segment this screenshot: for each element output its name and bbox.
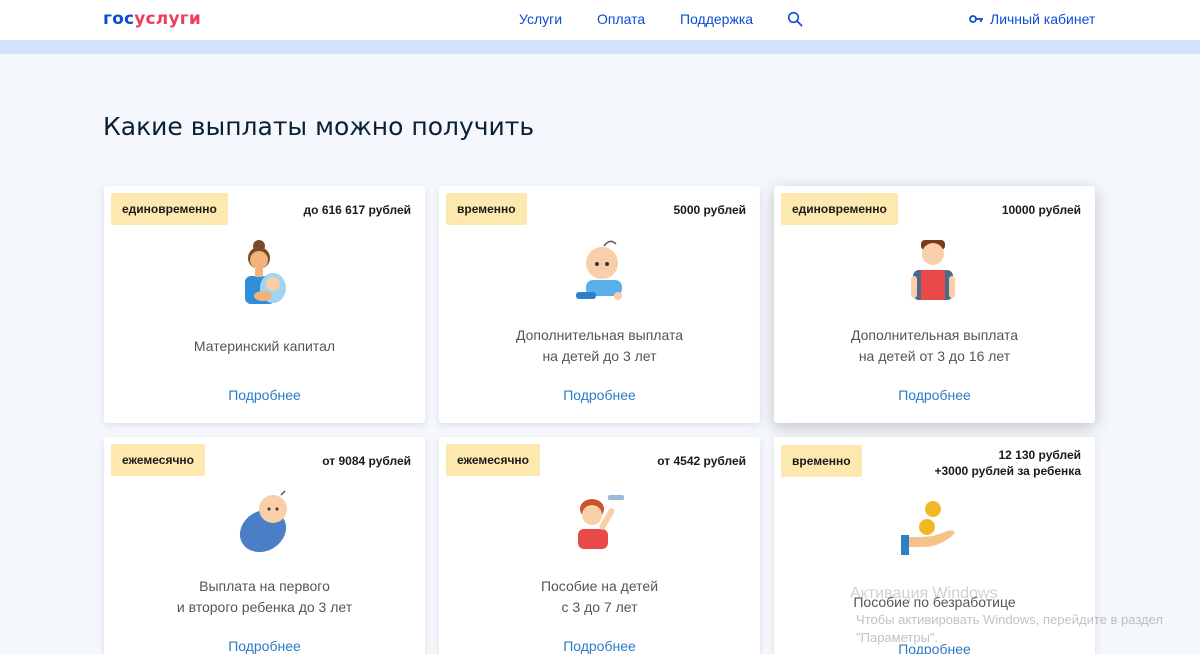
card-extra-payment-under-3[interactable]: временно 5000 рублей Дополнительная выпл… [439, 186, 760, 423]
amount-label: 5000 рублей [673, 203, 746, 217]
period-badge: временно [781, 445, 862, 477]
amount-label: до 616 617 рублей [303, 203, 411, 217]
gosuslugi-logo[interactable]: госуслуги [103, 9, 201, 29]
site-header: госуслуги Услуги Оплата Поддержка Личный… [0, 0, 1200, 40]
period-badge: ежемесячно [111, 444, 205, 476]
amount-line2: +3000 рублей за ребенка [934, 464, 1081, 478]
personal-cabinet-label: Личный кабинет [990, 11, 1096, 27]
card-extra-payment-3-to-16[interactable]: единовременно 10000 рублей Дополнительна… [774, 186, 1095, 423]
card-title-line2: на детей от 3 до 16 лет [858, 348, 1011, 364]
amount-label: от 4542 рублей [657, 454, 746, 468]
header-strip [0, 40, 1200, 54]
amount-label: 12 130 рублей +3000 рублей за ребенка [934, 447, 1081, 479]
amount-label: 10000 рублей [1001, 203, 1081, 217]
card-unemployment-benefit[interactable]: временно 12 130 рублей +3000 рублей за р… [774, 437, 1095, 654]
card-title: Выплата на первого [199, 578, 330, 594]
period-badge: единовременно [781, 193, 898, 225]
page-title: Какие выплаты можно получить [103, 112, 535, 141]
nav-support-link[interactable]: Поддержка [680, 11, 753, 27]
more-link[interactable]: Подробнее [439, 638, 760, 654]
amount-label: от 9084 рублей [322, 454, 411, 468]
card-title: Пособие по безработице [853, 594, 1016, 610]
card-title-line2: с 3 до 7 лет [561, 599, 638, 615]
hand-with-coins-icon [899, 495, 969, 567]
more-link[interactable]: Подробнее [439, 387, 760, 403]
schoolboy-icon [899, 236, 969, 308]
period-badge: ежемесячно [446, 444, 540, 476]
card-title-line2: на детей до 3 лет [542, 348, 657, 364]
card-title: Материнский капитал [193, 338, 336, 354]
card-title: Дополнительная выплата [850, 327, 1018, 343]
swaddled-baby-icon [229, 487, 299, 559]
card-title-line2: и второго ребенка до 3 лет [176, 599, 353, 615]
more-link[interactable]: Подробнее [104, 387, 425, 403]
more-link[interactable]: Подробнее [104, 638, 425, 654]
card-title: Пособие на детей [540, 578, 659, 594]
nav-payment-link[interactable]: Оплата [597, 11, 645, 27]
period-badge: единовременно [111, 193, 228, 225]
amount-line1: 12 130 рублей [998, 448, 1081, 462]
key-icon [969, 15, 983, 23]
child-with-toy-plane-icon [564, 487, 634, 559]
card-payment-first-second-child[interactable]: ежемесячно от 9084 рублей Выплата на пер… [104, 437, 425, 654]
personal-cabinet-link[interactable]: Личный кабинет [969, 11, 1095, 27]
crawling-baby-icon [564, 236, 634, 308]
mother-with-baby-icon [229, 236, 299, 308]
card-maternity-capital[interactable]: единовременно до 616 617 рублей Материнс… [104, 186, 425, 423]
card-title: Дополнительная выплата [515, 327, 683, 343]
period-badge: временно [446, 193, 527, 225]
card-allowance-3-to-7[interactable]: ежемесячно от 4542 рублей Пособие на дет… [439, 437, 760, 654]
nav-services-link[interactable]: Услуги [519, 11, 562, 27]
search-icon[interactable] [787, 11, 803, 27]
more-link[interactable]: Подробнее [774, 387, 1095, 403]
more-link[interactable]: Подробнее [774, 641, 1095, 654]
